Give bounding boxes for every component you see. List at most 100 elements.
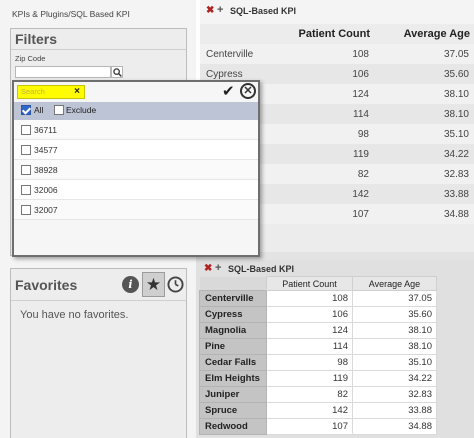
table-row: Cypress 106 35.60 (199, 306, 437, 323)
zip-code-option[interactable]: 38928 (14, 160, 258, 180)
popup-close-icon[interactable]: ✕ (240, 83, 256, 99)
option-checkbox[interactable] (21, 205, 31, 215)
patient-count-cell: 106 (266, 306, 353, 323)
average-age-cell: 35.60 (374, 64, 474, 84)
table-row: Redwood 107 34.88 (199, 418, 437, 435)
patient-count-cell: 114 (266, 338, 353, 355)
table-row: Magnolia 124 38.10 (199, 322, 437, 339)
table-row: Elm Heights 119 34.22 (199, 370, 437, 387)
average-age-cell: 37.05 (352, 290, 437, 307)
average-age-cell: 35.10 (374, 124, 474, 144)
row-header-city: Spruce (199, 402, 267, 419)
table-row: Juniper 82 32.83 (199, 386, 437, 403)
row-header-city: Magnolia (199, 322, 267, 339)
column-header-average-age[interactable]: Average Age (352, 276, 437, 291)
row-header-city: Redwood (199, 418, 267, 435)
average-age-cell: 33.88 (374, 184, 474, 204)
column-header-average-age[interactable]: Average Age (374, 24, 474, 44)
favorites-panel: Favorites i ★ You have no favorites. (10, 268, 187, 438)
zip-code-filter-popup: Search × ✔ ✕ All Exclude 36711 34577 38928… (12, 80, 260, 257)
patient-count-cell: 119 (296, 144, 374, 164)
column-header-patient-count[interactable]: Patient Count (296, 24, 374, 44)
average-age-cell: 34.88 (374, 204, 474, 224)
row-header-city: Elm Heights (199, 370, 267, 387)
favorites-title: Favorites (15, 277, 78, 293)
patient-count-cell: 114 (296, 104, 374, 124)
table-row: Centerville 108 37.05 (200, 44, 474, 64)
zip-code-label: Zip Code (15, 54, 46, 63)
patient-count-cell: 106 (296, 64, 374, 84)
popup-toolbar: All Exclude (14, 102, 258, 120)
clock-icon[interactable] (167, 276, 184, 293)
option-label: 32006 (34, 185, 58, 195)
info-icon[interactable]: i (122, 276, 139, 293)
row-header-city: Cedar Falls (199, 354, 267, 371)
search-placeholder: Search (21, 87, 45, 96)
row-city-cell: Centerville (200, 44, 296, 64)
close-icon[interactable]: ✖ (206, 5, 214, 16)
move-icon[interactable]: + (217, 4, 223, 16)
zip-code-option[interactable]: 32007 (14, 200, 258, 220)
row-header-city: Pine (199, 338, 267, 355)
zip-code-input[interactable] (15, 66, 111, 78)
zip-code-option[interactable]: 34577 (14, 140, 258, 160)
kpi-title: SQL-Based KPI (230, 6, 297, 16)
patient-count-cell: 119 (266, 370, 353, 387)
apply-checkmark-icon[interactable]: ✔ (222, 82, 235, 100)
breadcrumb: KPIs & Plugins/SQL Based KPI (12, 9, 130, 19)
option-checkbox[interactable] (21, 145, 31, 155)
column-header-patient-count[interactable]: Patient Count (266, 276, 353, 291)
kpi-panel-bottom: ✖ + SQL-Based KPI Patient Count Average … (196, 260, 474, 438)
patient-count-cell: 142 (296, 184, 374, 204)
star-icon: ★ (145, 274, 162, 294)
patient-count-cell: 107 (266, 418, 353, 435)
option-checkbox[interactable] (21, 125, 31, 135)
kpi-title: SQL-Based KPI (228, 264, 295, 274)
kpi-header: ✖ + SQL-Based KPI (196, 260, 474, 276)
all-label: All (34, 105, 44, 115)
patient-count-cell: 98 (296, 124, 374, 144)
patient-count-cell: 124 (296, 84, 374, 104)
zip-code-option[interactable]: 32006 (14, 180, 258, 200)
favorites-star-button[interactable]: ★ (142, 272, 165, 297)
average-age-cell: 38.10 (374, 84, 474, 104)
average-age-cell: 32.83 (352, 386, 437, 403)
option-checkbox[interactable] (21, 185, 31, 195)
average-age-cell: 33.88 (352, 402, 437, 419)
average-age-cell: 32.83 (374, 164, 474, 184)
option-label: 34577 (34, 145, 58, 155)
zip-code-option[interactable]: 36711 (14, 120, 258, 140)
option-label: 38928 (34, 165, 58, 175)
all-checkbox[interactable] (21, 105, 31, 115)
option-checkbox[interactable] (21, 165, 31, 175)
zip-code-list: 36711 34577 38928 32006 32007 (14, 120, 258, 220)
patient-count-cell: 82 (266, 386, 353, 403)
favorites-divider (11, 300, 186, 301)
column-header-city (200, 24, 296, 44)
average-age-cell: 34.22 (374, 144, 474, 164)
clear-search-icon[interactable]: × (74, 86, 80, 97)
average-age-cell: 38.10 (374, 104, 474, 124)
table-row: Spruce 142 33.88 (199, 402, 437, 419)
table-row: Cedar Falls 98 35.10 (199, 354, 437, 371)
patient-count-cell: 107 (296, 204, 374, 224)
average-age-cell: 35.60 (352, 306, 437, 323)
filters-divider (11, 49, 186, 50)
patient-count-cell: 82 (296, 164, 374, 184)
kpi-table: Patient Count Average Age Centerville 108… (199, 276, 437, 435)
average-age-cell: 34.88 (352, 418, 437, 435)
average-age-cell: 34.22 (352, 370, 437, 387)
move-icon[interactable]: + (215, 262, 221, 274)
close-icon[interactable]: ✖ (204, 263, 212, 274)
zip-search-button[interactable] (111, 66, 123, 78)
row-header-city: Juniper (199, 386, 267, 403)
filters-title: Filters (15, 31, 58, 47)
popup-search-input[interactable]: Search × (17, 85, 85, 99)
exclude-label: Exclude (66, 105, 97, 115)
exclude-checkbox[interactable] (54, 105, 64, 115)
average-age-cell: 37.05 (374, 44, 474, 64)
kpi-header: ✖ + SQL-Based KPI (200, 0, 474, 24)
row-header-city: Cypress (199, 306, 267, 323)
average-age-cell: 38.10 (352, 322, 437, 339)
column-header-city (199, 276, 267, 291)
